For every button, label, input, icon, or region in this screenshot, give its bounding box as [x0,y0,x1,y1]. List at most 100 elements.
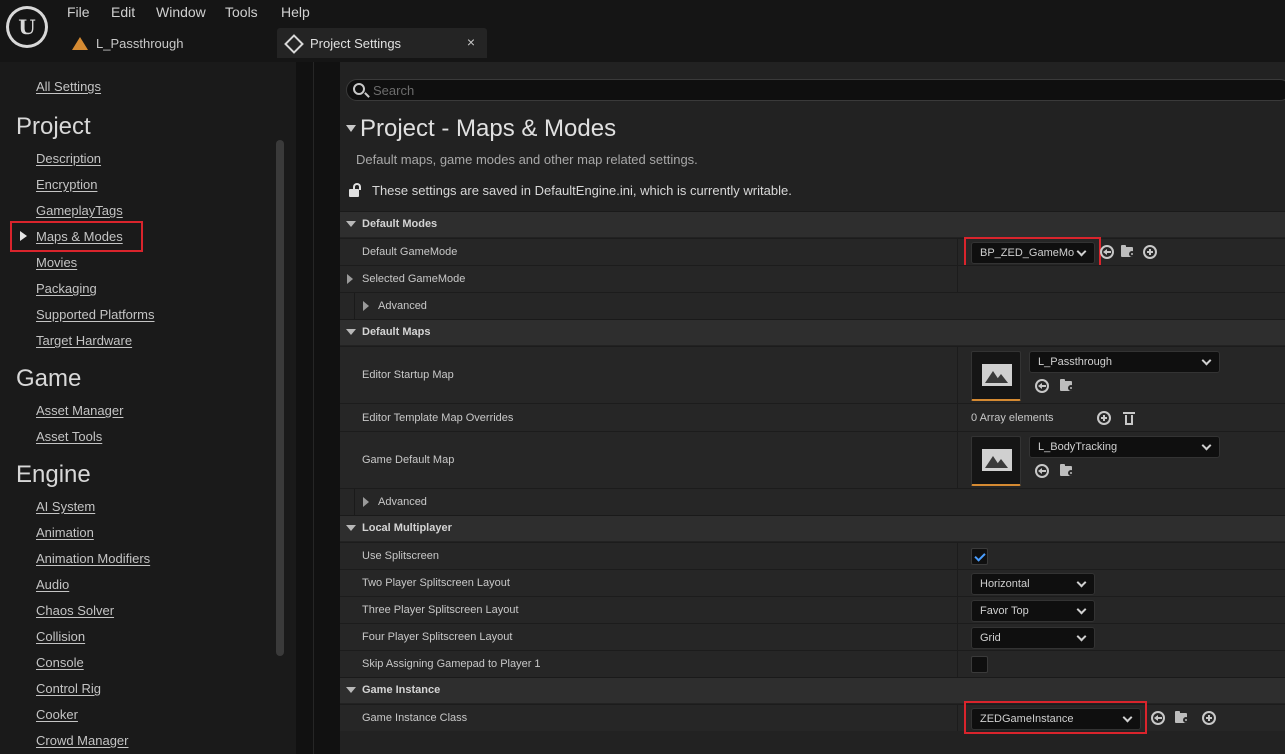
skip-gamepad-checkbox[interactable] [971,656,988,673]
expand-arrow-icon [346,221,356,227]
property-label: Game Instance Class [362,712,468,724]
three-player-layout-combo[interactable]: Favor Top [971,600,1095,622]
property-label: Use Splitscreen [362,550,440,562]
sidebar-item-ai-system[interactable]: AI System [36,499,95,514]
sidebar-item-console[interactable]: Console [36,655,84,670]
sidebar-item-asset-manager[interactable]: Asset Manager [36,403,123,418]
menu-file[interactable]: File [67,4,90,20]
chevron-down-icon [1076,577,1087,588]
sidebar-item-movies[interactable]: Movies [36,255,77,270]
chevron-down-icon [1076,631,1087,642]
map-thumbnail[interactable] [971,351,1021,401]
trash-icon[interactable] [1123,411,1135,425]
level-tab[interactable]: L_Passthrough [72,34,183,52]
search-input[interactable] [373,81,673,99]
property-label: Two Player Splitscreen Layout [362,577,510,589]
combo-value: L_BodyTracking [1038,441,1118,453]
unreal-logo-icon[interactable]: U [6,6,48,48]
sidebar-item-collision[interactable]: Collision [36,629,85,644]
sidebar-item-gameplaytags[interactable]: GameplayTags [36,203,123,218]
category-default-modes[interactable]: Default Modes [340,211,1285,237]
game-default-map-combo[interactable]: L_BodyTracking [1029,436,1220,458]
project-settings-tab[interactable]: Project Settings × [277,28,487,58]
browse-asset-icon[interactable] [1060,464,1076,478]
add-element-icon[interactable] [1097,411,1111,425]
use-selected-icon[interactable] [1035,379,1049,393]
level-tab-label: L_Passthrough [96,35,184,51]
chevron-down-icon [1201,440,1212,451]
sidebar-item-asset-tools[interactable]: Asset Tools [36,429,102,444]
sidebar-item-chaos-solver[interactable]: Chaos Solver [36,603,114,618]
sidebar-item-packaging[interactable]: Packaging [36,281,97,296]
sidebar-item-supported-platforms[interactable]: Supported Platforms [36,307,155,322]
close-tab-icon[interactable]: × [467,34,475,50]
sidebar-item-maps-modes[interactable]: Maps & Modes [36,229,123,244]
row-advanced-modes[interactable]: Advanced [340,292,1285,319]
category-label: Game Instance [362,684,441,696]
use-selected-icon[interactable] [1151,711,1165,725]
sidebar-item-description[interactable]: Description [36,151,101,166]
category-default-maps[interactable]: Default Maps [340,319,1285,345]
array-count: 0 Array elements [971,412,1054,424]
editor-startup-map-combo[interactable]: L_Passthrough [1029,351,1220,373]
sidebar-item-encryption[interactable]: Encryption [36,177,97,192]
row-selected-gamemode[interactable]: Selected GameMode [340,265,1285,292]
use-selected-icon[interactable] [1035,464,1049,478]
property-label: Skip Assigning Gamepad to Player 1 [362,658,541,670]
sidebar-item-target-hardware[interactable]: Target Hardware [36,333,132,348]
row-advanced-maps[interactable]: Advanced [340,488,1285,515]
settings-tab-label: Project Settings [310,35,402,51]
combo-value: Horizontal [980,578,1030,590]
sidebar-heading-project: Project [16,113,91,140]
sidebar-item-animation-modifiers[interactable]: Animation Modifiers [36,551,150,566]
panel-splitter[interactable] [296,62,340,754]
two-player-layout-combo[interactable]: Horizontal [971,573,1095,595]
browse-asset-icon[interactable] [1175,711,1191,725]
row-game-instance-class: Game Instance Class ZEDGameInstance [340,701,1285,734]
writable-notice: These settings are saved in DefaultEngin… [372,183,792,198]
selected-arrow-icon [20,231,27,241]
add-new-icon[interactable] [1143,245,1157,259]
sidebar-item-control-rig[interactable]: Control Rig [36,681,101,696]
highlight-box [964,237,1101,267]
four-player-layout-combo[interactable]: Grid [971,627,1095,649]
title-bar: U File Edit Window Tools Help L_Passthro… [0,0,1285,62]
category-local-multiplayer[interactable]: Local Multiplayer [340,515,1285,541]
menu-edit[interactable]: Edit [111,4,135,20]
row-use-splitscreen: Use Splitscreen [340,542,1285,569]
expand-arrow-icon [363,301,369,311]
page-description: Default maps, game modes and other map r… [356,152,698,167]
menu-help[interactable]: Help [281,4,310,20]
browse-asset-icon[interactable] [1060,379,1076,393]
property-label: Default GameMode [362,246,458,258]
sidebar-item-cooker[interactable]: Cooker [36,707,78,722]
settings-tab-icon [285,35,301,51]
combo-value: Favor Top [980,605,1029,617]
collapse-section-icon[interactable] [346,125,356,132]
sidebar-item-audio[interactable]: Audio [36,577,69,592]
row-three-player-layout: Three Player Splitscreen Layout Favor To… [340,596,1285,623]
sidebar-all-settings[interactable]: All Settings [36,79,101,94]
sidebar-item-animation[interactable]: Animation [36,525,94,540]
sidebar-scrollbar[interactable] [276,140,284,656]
property-label: Advanced [378,300,427,312]
row-four-player-layout: Four Player Splitscreen Layout Grid [340,623,1285,650]
use-splitscreen-checkbox[interactable] [971,548,988,565]
category-label: Local Multiplayer [362,522,452,534]
category-game-instance[interactable]: Game Instance [340,677,1285,703]
use-selected-icon[interactable] [1100,245,1114,259]
add-new-icon[interactable] [1202,711,1216,725]
chevron-down-icon [1201,355,1212,366]
menu-window[interactable]: Window [156,4,206,20]
menu-tools[interactable]: Tools [225,4,258,20]
property-label: Selected GameMode [362,273,466,285]
property-label: Advanced [378,496,427,508]
sidebar-item-crowd-manager[interactable]: Crowd Manager [36,733,129,748]
sidebar-heading-engine: Engine [16,461,91,488]
browse-asset-icon[interactable] [1121,245,1137,259]
search-box[interactable] [346,79,1285,101]
highlight-box [964,701,1147,734]
map-thumbnail[interactable] [971,436,1021,486]
expand-arrow-icon [346,525,356,531]
search-icon [353,83,365,95]
